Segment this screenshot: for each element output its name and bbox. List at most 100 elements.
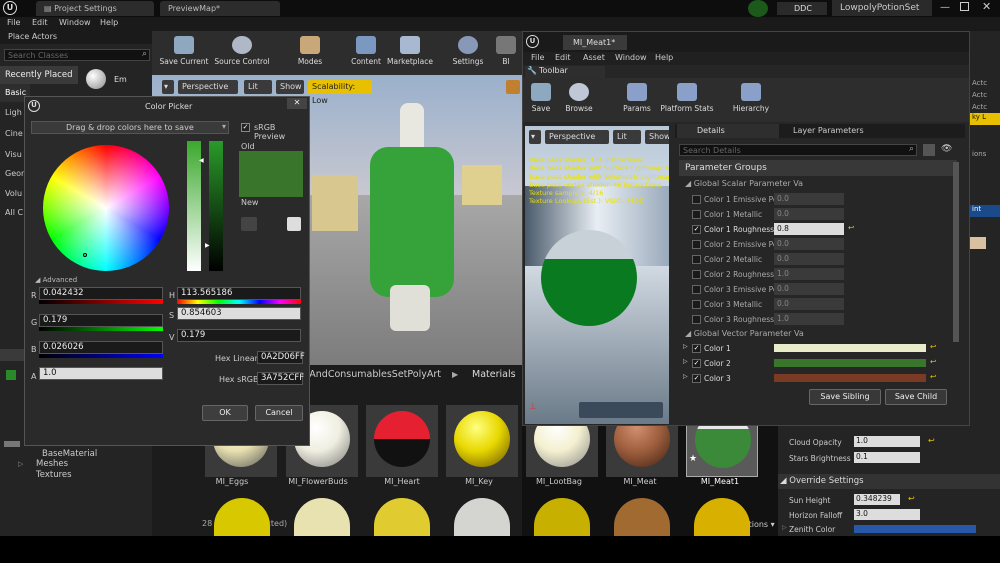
srgb-preview-checkbox[interactable]: ✓ (241, 123, 250, 132)
reset-arrow-icon[interactable]: ↩ (928, 436, 935, 445)
preview-lit-button[interactable]: Lit (613, 130, 641, 144)
reset-arrow-icon[interactable]: ↩ (930, 357, 936, 366)
cloud-opacity-field[interactable]: 1.0 (854, 436, 920, 447)
modes-button[interactable]: Modes (282, 33, 338, 73)
source-control-button[interactable]: Source Control (214, 33, 270, 73)
alpha-field[interactable]: 1.0 (39, 367, 163, 380)
perspective-button[interactable]: Perspective (178, 80, 238, 94)
param-checkbox-checked[interactable]: ✓ (692, 344, 701, 353)
hex-srgb-field[interactable]: 3A752CFF (257, 372, 304, 385)
menu-edit[interactable]: Edit (32, 18, 48, 27)
expand-arrow-icon[interactable]: ▷ (683, 343, 688, 350)
blueprint-button[interactable]: int (970, 205, 1000, 217)
param-value[interactable]: 1.0 (774, 313, 844, 325)
preview-shape-buttons[interactable] (579, 402, 663, 418)
tree-item-textures[interactable]: Textures (36, 470, 72, 480)
color-theme-icon[interactable] (241, 217, 257, 231)
expand-arrow-icon[interactable]: ▷ (683, 373, 688, 380)
show-button[interactable]: Show (276, 80, 304, 94)
maximize-icon[interactable] (960, 2, 969, 11)
cancel-button[interactable]: Cancel (255, 405, 303, 421)
param-value[interactable]: 1.0 (774, 268, 844, 280)
category-recently-placed[interactable]: Recently Placed (0, 66, 78, 84)
empty-actor-label[interactable]: Em (114, 75, 127, 84)
search-classes-input[interactable]: Search Classes ⌕ (4, 49, 150, 61)
menu-file[interactable]: File (7, 18, 20, 27)
params-button[interactable]: Params (619, 80, 655, 120)
param-value[interactable]: 0.8 (774, 223, 844, 235)
preview-perspective-button[interactable]: Perspective (545, 130, 609, 144)
vector-group-header[interactable]: ◢ Global Vector Parameter Va (685, 329, 804, 338)
param-checkbox-checked[interactable]: ✓ (692, 359, 701, 368)
expand-arrow-icon[interactable]: ▷ (683, 358, 688, 365)
param-checkbox[interactable] (692, 315, 701, 324)
tab-layer-parameters[interactable]: Layer Parameters (783, 124, 885, 138)
tab-preview-map[interactable]: PreviewMap* (160, 1, 280, 16)
save-button[interactable]: Save (523, 80, 559, 120)
minimize-icon[interactable]: — (940, 2, 950, 13)
param-checkbox[interactable] (692, 255, 701, 264)
param-checkbox-checked[interactable]: ✓ (692, 374, 701, 383)
breadcrumb-folder[interactable]: Materials (472, 369, 516, 380)
asset-thumb[interactable] (366, 405, 438, 477)
param-value[interactable]: 0.0 (774, 253, 844, 265)
eyedropper-icon[interactable] (287, 217, 301, 231)
asset-thumb-row2[interactable] (534, 498, 590, 536)
horizon-falloff-field[interactable]: 3.0 (854, 509, 920, 520)
toolbar-tab[interactable]: Toolbar (525, 66, 605, 78)
search-details-input[interactable]: Search Details ⌕ (679, 144, 917, 156)
red-field[interactable]: 0.042432 (39, 287, 163, 300)
zenith-color-swatch[interactable] (854, 525, 976, 533)
value-slider[interactable] (209, 141, 223, 271)
advanced-toggle[interactable]: ◢ Advanced (35, 276, 77, 284)
asset-thumb[interactable] (446, 405, 518, 477)
lit-button[interactable]: Lit (244, 80, 272, 94)
save-current-button[interactable]: Save Current (156, 33, 212, 73)
tab-details[interactable]: Details (677, 124, 779, 138)
preview-show-button[interactable]: Show (645, 130, 669, 144)
green-field[interactable]: 0.179 (39, 314, 163, 327)
menu-file[interactable]: File (531, 53, 544, 62)
menu-edit[interactable]: Edit (555, 53, 571, 62)
transform-tool-icon[interactable] (506, 80, 520, 94)
color-swatch[interactable] (970, 237, 986, 249)
param-checkbox[interactable] (692, 270, 701, 279)
add-new-icon[interactable] (6, 370, 16, 380)
asset-thumb-row2[interactable] (694, 498, 750, 536)
expand-arrow-icon[interactable]: ▷ (18, 460, 23, 468)
source-control-status-icon[interactable] (748, 0, 768, 17)
browse-button[interactable]: Browse (561, 80, 597, 120)
param-checkbox[interactable] (692, 195, 701, 204)
outliner-item[interactable]: ions (972, 150, 986, 158)
hex-linear-field[interactable]: 0A2D06FF (257, 351, 305, 364)
green-gradient-bar[interactable] (39, 327, 163, 331)
param-checkbox[interactable] (692, 300, 701, 309)
grid-view-icon[interactable] (923, 144, 935, 156)
build-button[interactable]: Bl (492, 33, 520, 73)
red-gradient-bar[interactable] (39, 300, 163, 304)
reset-arrow-icon[interactable]: ↩ (930, 372, 936, 381)
param-checkbox[interactable] (692, 285, 701, 294)
outliner-item-selected[interactable]: ky L (970, 113, 1000, 125)
save-child-button[interactable]: Save Child (885, 389, 947, 405)
eye-icon[interactable]: 👁 (941, 144, 952, 154)
color-wheel-cursor[interactable] (83, 253, 87, 257)
scalar-group-header[interactable]: ◢ Global Scalar Parameter Va (685, 179, 803, 188)
override-settings-header[interactable]: ◢ Override Settings (778, 474, 1000, 489)
color-swatch[interactable] (774, 374, 926, 382)
tree-item-meshes[interactable]: Meshes (36, 459, 68, 469)
hierarchy-button[interactable]: Hierarchy (727, 80, 775, 120)
param-checkbox[interactable] (692, 240, 701, 249)
saved-colors-dropzone[interactable]: Drag & drop colors here to save ▾ (31, 121, 229, 134)
tree-item-basematerial[interactable]: BaseMaterial (42, 449, 97, 459)
param-value[interactable]: 0.0 (774, 298, 844, 310)
reset-arrow-icon[interactable]: ↩ (930, 342, 936, 351)
settings-button[interactable]: Settings (440, 33, 496, 73)
color-swatch[interactable] (774, 344, 926, 352)
color-wheel[interactable] (43, 145, 169, 271)
ok-button[interactable]: OK (202, 405, 248, 421)
saturation-field[interactable]: 0.854603 (177, 307, 301, 320)
hue-gradient-bar[interactable] (177, 300, 301, 304)
marketplace-button[interactable]: Marketplace (382, 33, 438, 73)
save-sibling-button[interactable]: Save Sibling (809, 389, 881, 405)
